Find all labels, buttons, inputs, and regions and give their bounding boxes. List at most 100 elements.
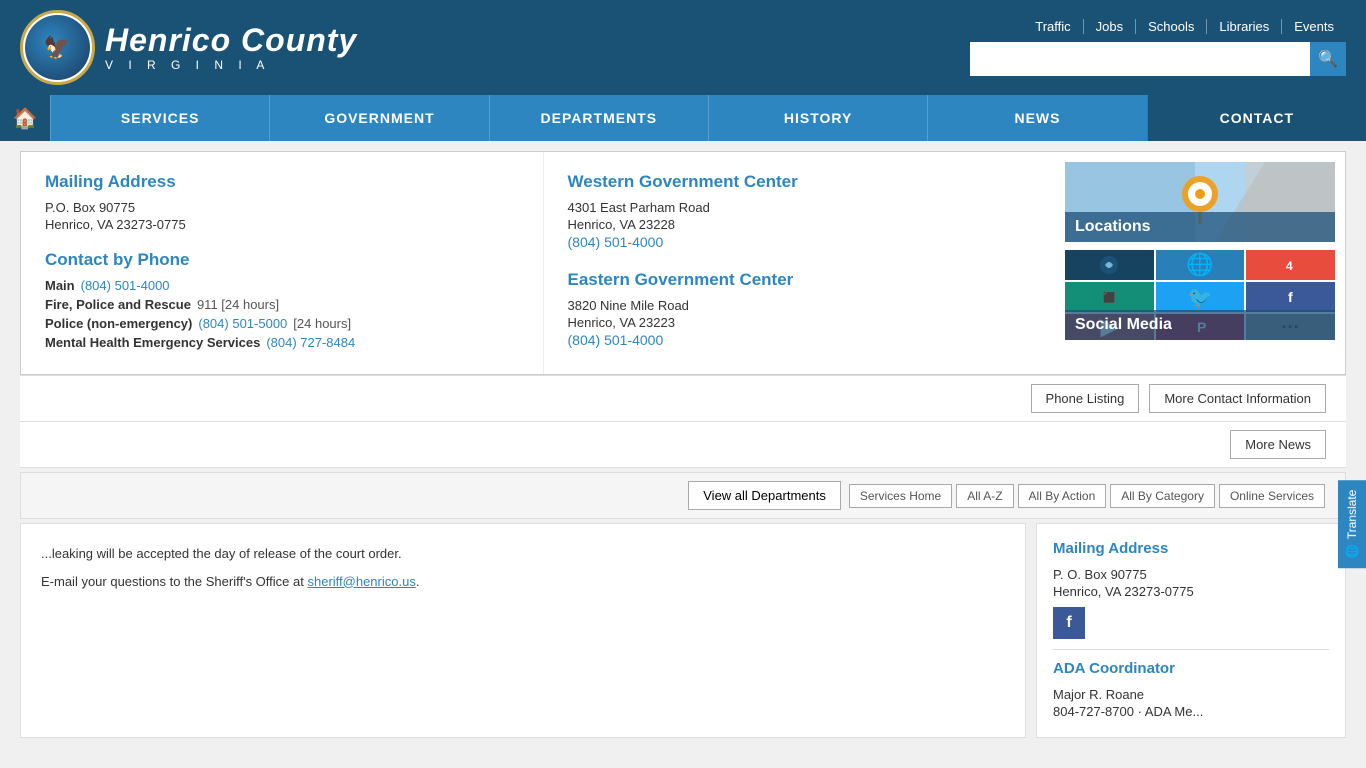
- facebook-f: f: [1066, 614, 1071, 632]
- social-cell-1: [1065, 250, 1154, 280]
- facebook-icon[interactable]: f: [1053, 607, 1085, 639]
- home-nav-button[interactable]: 🏠: [0, 95, 50, 141]
- logo-subtitle: V I R G I N I A: [105, 58, 357, 72]
- social-media-thumbnail[interactable]: 🌐 4 ⬛ 🐦 f ▶ P ··· Social Media: [1065, 250, 1335, 340]
- contact-bottom-bar: Phone Listing More Contact Information: [20, 375, 1346, 421]
- more-news-bar: More News: [20, 421, 1346, 468]
- social-cell-twitter: 🐦: [1156, 282, 1245, 312]
- mailing-address-title: Mailing Address: [45, 172, 519, 192]
- nav-government[interactable]: GOVERNMENT: [269, 95, 488, 141]
- page-content: ...leaking will be accepted the day of r…: [20, 523, 1346, 738]
- svg-text:f: f: [1288, 289, 1293, 305]
- all-by-category-button[interactable]: All By Category: [1110, 484, 1215, 508]
- eastern-addr2: Henrico, VA 23223: [568, 315, 1042, 330]
- online-services-button[interactable]: Online Services: [1219, 484, 1325, 508]
- divider: [1053, 649, 1329, 650]
- eastern-phone[interactable]: (804) 501-4000: [568, 332, 664, 348]
- page-text-2-span: E-mail your questions to the Sheriff's O…: [41, 574, 304, 589]
- departments-bar-right: View all Departments Services Home All A…: [688, 481, 1325, 510]
- nav-departments[interactable]: DEPARTMENTS: [489, 95, 708, 141]
- locations-thumbnail[interactable]: Locations: [1065, 162, 1335, 242]
- svg-text:4: 4: [1286, 259, 1293, 273]
- nav-history[interactable]: HISTORY: [708, 95, 927, 141]
- all-az-button[interactable]: All A-Z: [956, 484, 1013, 508]
- sidebar-mailing-title: Mailing Address: [1053, 540, 1329, 557]
- site-header: 🦅 Henrico County V I R G I N I A Traffic…: [0, 0, 1366, 95]
- dept-nav-buttons: Services Home All A-Z All By Action All …: [849, 484, 1325, 508]
- logo-circle: 🦅: [20, 10, 95, 85]
- phone-police-number[interactable]: (804) 501-5000: [198, 316, 287, 331]
- western-addr1: 4301 East Parham Road: [568, 200, 1042, 215]
- home-icon: 🏠: [13, 106, 38, 131]
- logo-bird-icon: 🦅: [44, 35, 71, 61]
- schools-link[interactable]: Schools: [1136, 19, 1207, 34]
- nav-news[interactable]: NEWS: [927, 95, 1146, 141]
- mailing-city: Henrico, VA 23273-0775: [45, 217, 519, 232]
- phone-main-number[interactable]: (804) 501-4000: [81, 278, 170, 293]
- locations-label: Locations: [1065, 212, 1335, 242]
- contact-center-column: Western Government Center 4301 East Parh…: [543, 152, 1066, 374]
- translate-label: Translate: [1345, 490, 1359, 540]
- phone-main-row: Main (804) 501-4000: [45, 278, 519, 293]
- page-text-2: E-mail your questions to the Sheriff's O…: [41, 572, 1005, 592]
- traffic-link[interactable]: Traffic: [1023, 19, 1083, 34]
- nav-items: SERVICES GOVERNMENT DEPARTMENTS HISTORY …: [50, 95, 1366, 141]
- mailing-po: P.O. Box 90775: [45, 200, 519, 215]
- nav-contact[interactable]: CONTACT: [1147, 95, 1366, 141]
- more-contact-info-button[interactable]: More Contact Information: [1149, 384, 1326, 413]
- phone-main-label: Main: [45, 278, 75, 293]
- translate-widget[interactable]: 🌐 Translate: [1338, 480, 1366, 568]
- phone-police-label: Police (non-emergency): [45, 316, 192, 331]
- translate-icon: 🌐: [1345, 543, 1359, 558]
- more-news-button[interactable]: More News: [1230, 430, 1326, 459]
- phone-mental-row: Mental Health Emergency Services (804) 7…: [45, 335, 519, 350]
- search-bar: 🔍: [970, 42, 1346, 76]
- events-link[interactable]: Events: [1282, 19, 1346, 34]
- search-button[interactable]: 🔍: [1310, 42, 1346, 76]
- sidebar-mailing-city: Henrico, VA 23273-0775: [1053, 584, 1329, 599]
- contact-panel: Mailing Address P.O. Box 90775 Henrico, …: [20, 151, 1346, 375]
- phone-police-note: [24 hours]: [293, 316, 351, 331]
- ada-title: ADA Coordinator: [1053, 660, 1329, 677]
- eastern-center-title: Eastern Government Center: [568, 270, 1042, 290]
- libraries-link[interactable]: Libraries: [1207, 19, 1282, 34]
- all-by-action-button[interactable]: All By Action: [1018, 484, 1107, 508]
- logo-title: Henrico County: [105, 24, 357, 56]
- phone-mental-number[interactable]: (804) 727-8484: [266, 335, 355, 350]
- email-suffix: .: [416, 574, 420, 589]
- services-home-button[interactable]: Services Home: [849, 484, 952, 508]
- page-text-1: ...leaking will be accepted the day of r…: [41, 544, 1005, 564]
- header-right: Traffic Jobs Schools Libraries Events 🔍: [970, 19, 1346, 76]
- social-cell-facebook: f: [1246, 282, 1335, 312]
- view-all-departments-button[interactable]: View all Departments: [688, 481, 841, 510]
- western-center-title: Western Government Center: [568, 172, 1042, 192]
- phone-mental-label: Mental Health Emergency Services: [45, 335, 260, 350]
- phone-fire-row: Fire, Police and Rescue 911 [24 hours]: [45, 297, 519, 312]
- contact-phone-title: Contact by Phone: [45, 250, 519, 270]
- logo-area: 🦅 Henrico County V I R G I N I A: [20, 10, 357, 85]
- social-cell-foursquare: 4: [1246, 250, 1335, 280]
- western-addr2: Henrico, VA 23228: [568, 217, 1042, 232]
- nav-bar: 🏠 SERVICES GOVERNMENT DEPARTMENTS HISTOR…: [0, 95, 1366, 141]
- page-main-content: ...leaking will be accepted the day of r…: [20, 523, 1026, 738]
- social-cell-4: ⬛: [1065, 282, 1154, 312]
- search-input[interactable]: [970, 42, 1310, 76]
- ada-note: 804-727-8700 · ADA Me...: [1053, 704, 1329, 719]
- svg-text:⬛: ⬛: [1103, 291, 1115, 304]
- nav-services[interactable]: SERVICES: [50, 95, 269, 141]
- phone-fire-label: Fire, Police and Rescue: [45, 297, 191, 312]
- logo-text: Henrico County V I R G I N I A: [105, 24, 357, 72]
- sheriff-email-link[interactable]: sheriff@henrico.us: [307, 574, 415, 589]
- sidebar-mailing-po: P. O. Box 90775: [1053, 567, 1329, 582]
- top-links: Traffic Jobs Schools Libraries Events: [1023, 19, 1346, 34]
- eastern-addr1: 3820 Nine Mile Road: [568, 298, 1042, 313]
- jobs-link[interactable]: Jobs: [1084, 19, 1136, 34]
- logo-inner: 🦅: [25, 15, 90, 80]
- contact-right-column: Locations 🌐 4 ⬛ 🐦 f ▶: [1065, 152, 1345, 374]
- contact-left-column: Mailing Address P.O. Box 90775 Henrico, …: [21, 152, 543, 374]
- western-phone[interactable]: (804) 501-4000: [568, 234, 664, 250]
- social-media-label: Social Media: [1065, 310, 1335, 340]
- phone-listing-button[interactable]: Phone Listing: [1031, 384, 1140, 413]
- phone-police-row: Police (non-emergency) (804) 501-5000 [2…: [45, 316, 519, 331]
- social-cell-globe: 🌐: [1156, 250, 1245, 280]
